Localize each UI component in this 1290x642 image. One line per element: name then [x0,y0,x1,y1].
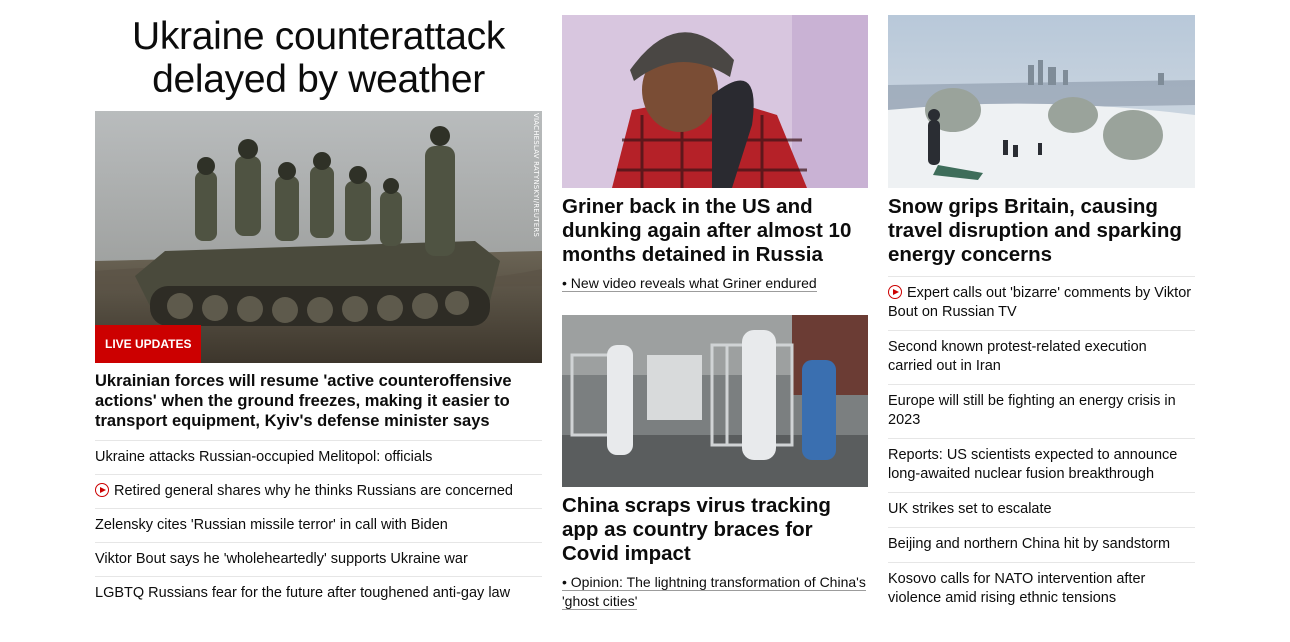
middle-column: Griner back in the US and dunking again … [562,15,868,611]
list-item-text: Viktor Bout says he 'wholeheartedly' sup… [95,551,468,567]
list-item[interactable]: Viktor Bout says he 'wholeheartedly' sup… [95,543,542,577]
list-item-text: Beijing and northern China hit by sandst… [888,536,1171,552]
list-item[interactable]: Expert calls out 'bizarre' comments by V… [888,277,1195,331]
list-item-text: Second known protest-related execution c… [888,339,1147,374]
list-item-text: Reports: US scientists expected to annou… [888,447,1178,482]
list-item[interactable]: UK strikes set to escalate [888,493,1195,528]
list-item[interactable]: Retired general shares why he thinks Rus… [95,475,542,509]
live-updates-badge[interactable]: LIVE UPDATES [95,325,202,363]
griner-headline[interactable]: Griner back in the US and dunking again … [562,195,868,267]
left-related-list: Ukraine attacks Russian-occupied Melitop… [95,441,542,610]
china-photo-art [562,315,868,487]
list-item-text: Kosovo calls for NATO intervention after… [888,571,1146,606]
griner-sub-link[interactable]: • New video reveals what Griner endured [562,275,817,292]
lead-story-link[interactable]: Ukrainian forces will resume 'active cou… [95,371,542,441]
china-covid-photo[interactable] [562,315,868,487]
china-headline[interactable]: China scraps virus tracking app as count… [562,494,868,566]
china-sub-link[interactable]: • Opinion: The lightning transformation … [562,574,866,610]
list-item[interactable]: Zelensky cites 'Russian missile terror' … [95,509,542,543]
list-item-text: UK strikes set to escalate [888,501,1052,517]
list-item[interactable]: Kosovo calls for NATO intervention after… [888,563,1195,616]
play-video-icon [95,483,109,497]
griner-photo-art [562,15,868,188]
list-item-text: Zelensky cites 'Russian missile terror' … [95,517,448,533]
list-item[interactable]: Europe will still be fighting an energy … [888,385,1195,439]
list-item-text: LGBTQ Russians fear for the future after… [95,585,511,601]
ukraine-soldiers-photo[interactable]: VIACHESLAV RATYNSKYI/REUTERS LIVE UPDATE… [95,111,542,363]
griner-photo[interactable] [562,15,868,188]
list-item[interactable]: Second known protest-related execution c… [888,331,1195,385]
play-video-icon [888,285,902,299]
right-column: Snow grips Britain, causing travel disru… [888,15,1195,616]
list-item-text: Expert calls out 'bizarre' comments by V… [888,285,1192,320]
main-headline[interactable]: Ukraine counterattack delayed by weather [95,15,542,101]
list-item[interactable]: LGBTQ Russians fear for the future after… [95,577,542,610]
list-item-text: Europe will still be fighting an energy … [888,393,1176,428]
snow-headline[interactable]: Snow grips Britain, causing travel disru… [888,195,1195,267]
snow-photo-art [888,15,1195,188]
right-related-list: Expert calls out 'bizarre' comments by V… [888,277,1195,616]
list-item-text: Retired general shares why he thinks Rus… [114,483,513,499]
list-item[interactable]: Beijing and northern China hit by sandst… [888,528,1195,563]
photo-credit: VIACHESLAV RATYNSKYI/REUTERS [532,113,540,238]
left-column: Ukraine counterattack delayed by weather [95,15,542,610]
list-item[interactable]: Ukraine attacks Russian-occupied Melitop… [95,441,542,475]
snow-britain-photo[interactable] [888,15,1195,188]
list-item[interactable]: Reports: US scientists expected to annou… [888,439,1195,493]
list-item-text: Ukraine attacks Russian-occupied Melitop… [95,449,433,465]
